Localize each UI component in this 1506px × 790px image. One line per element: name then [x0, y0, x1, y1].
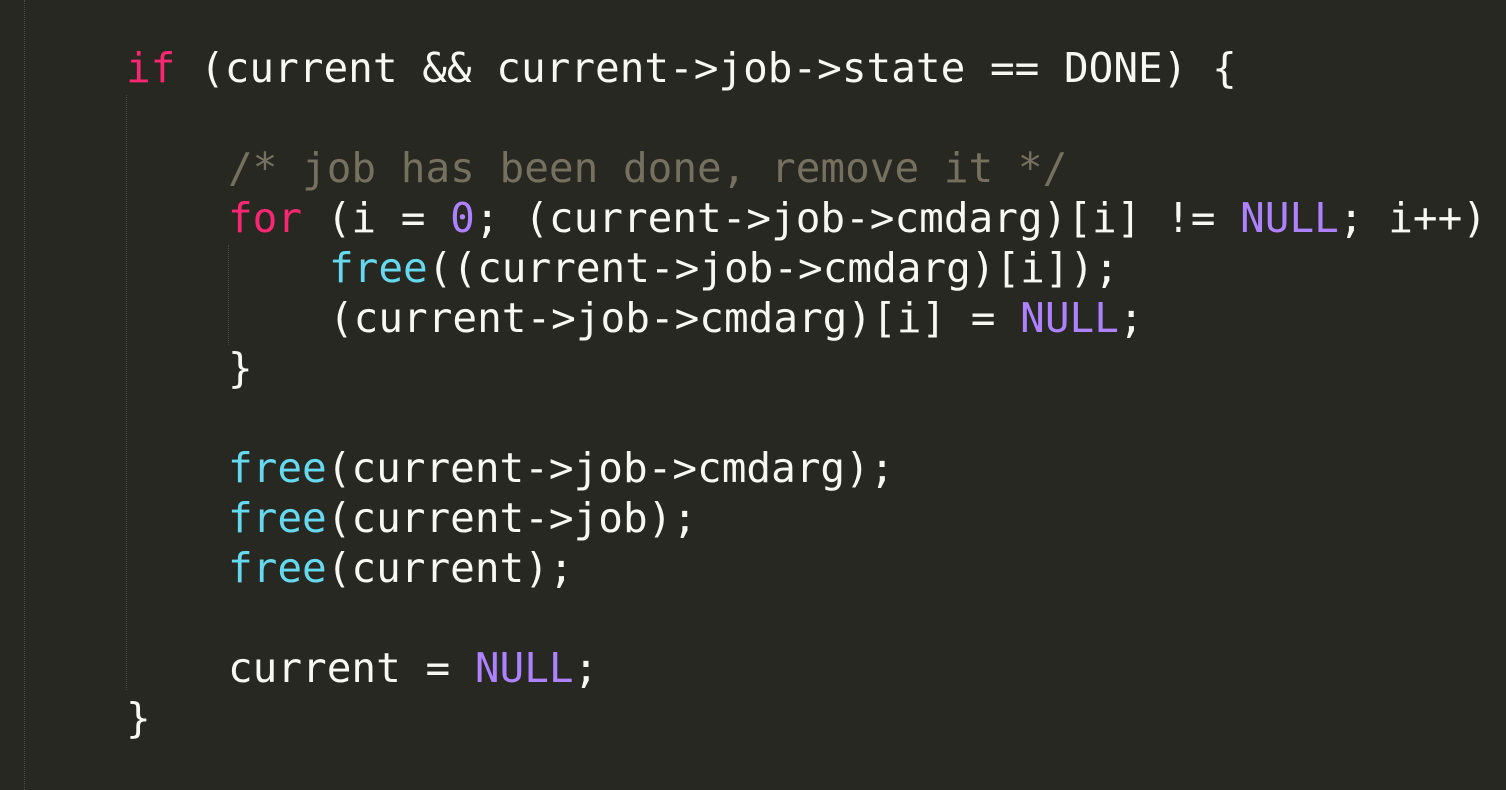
code-token: /* job has been done, remove it */ — [228, 144, 1068, 192]
code-line[interactable]: if (current && current->job->state == DO… — [126, 43, 1237, 93]
code-token: ; — [1118, 294, 1144, 342]
code-line[interactable]: } — [126, 693, 151, 743]
code-token: NULL — [1240, 194, 1339, 242]
code-token: (current->job); — [326, 494, 698, 542]
code-token: free — [228, 544, 327, 592]
code-token: ; (current->job->cmdarg)[i] != — [474, 194, 1241, 242]
code-line[interactable]: for (i = 0; (current->job->cmdarg)[i] !=… — [228, 193, 1506, 243]
code-token: if — [126, 44, 176, 92]
code-token: (i = — [302, 194, 451, 242]
code-line[interactable]: free(current->job->cmdarg); — [228, 443, 894, 493]
code-line[interactable]: free((current->job->cmdarg)[i]); — [329, 243, 1119, 293]
code-editor[interactable]: if (current && current->job->state == DO… — [0, 0, 1506, 790]
code-token: (current && current->job->state == DONE)… — [175, 44, 1237, 92]
code-token: for — [228, 194, 303, 242]
code-token: free — [228, 494, 327, 542]
code-token: (current->job->cmdarg); — [326, 444, 895, 492]
code-token: 0 — [450, 194, 475, 242]
code-content[interactable]: if (current && current->job->state == DO… — [0, 0, 1506, 790]
code-line[interactable]: (current->job->cmdarg)[i] = NULL; — [329, 293, 1144, 343]
code-token: free — [228, 444, 327, 492]
code-line[interactable]: } — [228, 343, 253, 393]
code-line[interactable]: /* job has been done, remove it */ — [228, 143, 1067, 193]
code-token: (current); — [326, 544, 574, 592]
code-token: ; i++) { — [1338, 194, 1487, 242]
code-token: current = — [228, 644, 475, 692]
code-line[interactable]: free(current); — [228, 543, 574, 593]
code-token: ((current->job->cmdarg)[i]); — [427, 244, 1119, 292]
code-token: free — [329, 244, 428, 292]
code-line[interactable]: free(current->job); — [228, 493, 697, 543]
code-token: } — [228, 344, 253, 392]
code-token: } — [126, 694, 151, 742]
code-token: (current->job->cmdarg)[i] = — [329, 294, 1021, 342]
code-token: NULL — [474, 644, 574, 692]
code-line[interactable]: current = NULL; — [228, 643, 598, 693]
code-token: ; — [573, 644, 599, 692]
code-token: NULL — [1020, 294, 1119, 342]
